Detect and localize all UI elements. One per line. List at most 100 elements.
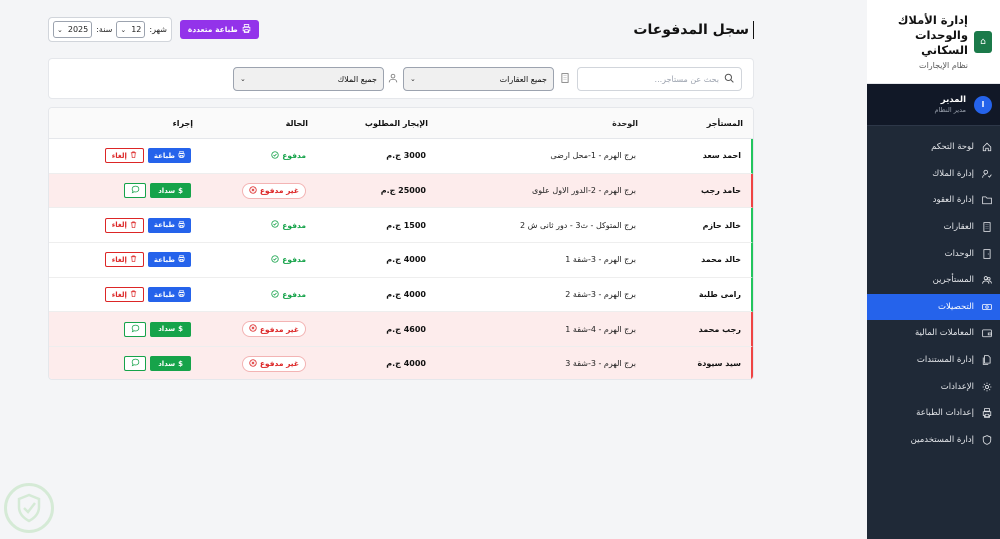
column-rent: الإيجار المطلوب bbox=[364, 118, 428, 128]
wallet-icon bbox=[981, 328, 992, 339]
whatsapp-button[interactable] bbox=[124, 356, 147, 372]
x-circle-icon bbox=[249, 324, 257, 334]
printer-icon bbox=[178, 151, 185, 160]
table-row: حامد رجب برج الهرم - 2-الدور الاول علوى 25… bbox=[49, 173, 753, 209]
cancel-button[interactable]: إلغاء bbox=[104, 217, 144, 233]
table-row: سيد سيودة برج الهرم - 3-شقة 3 4000 ج.م غير … bbox=[49, 347, 753, 379]
trash-icon bbox=[130, 290, 137, 299]
sidebar-item[interactable]: الإعدادات bbox=[867, 373, 1000, 400]
sidebar-item[interactable]: إدارة المستندات bbox=[867, 347, 1000, 374]
sidebar-item[interactable]: إدارة العقود bbox=[867, 187, 1000, 214]
month-label: شهر: bbox=[149, 25, 167, 34]
sidebar-item[interactable]: إعدادات الطباعة bbox=[867, 400, 1000, 427]
column-tenant: المستأجر bbox=[706, 118, 743, 128]
brand-text: إدارة الأملاك والوحدات السكاني نظام الإي… bbox=[875, 13, 968, 70]
search-box bbox=[577, 67, 742, 91]
print-label: طباعة bbox=[153, 290, 175, 299]
cancel-label: إلغاء bbox=[111, 151, 127, 160]
status-text: غير مدفوع bbox=[259, 359, 299, 369]
owner-filter-value: جميع الملاك bbox=[337, 74, 377, 84]
sidebar-item[interactable]: المستأجرين bbox=[867, 267, 1000, 294]
sidebar-item-label: إدارة المستخدمين bbox=[910, 434, 974, 445]
cell-action: $ سداد bbox=[49, 321, 201, 337]
month-select[interactable]: 12 ⌄ bbox=[116, 21, 146, 38]
table-row: خالد حازم برج المتوكل - ث3 - دور ثانى ش 2… bbox=[49, 208, 753, 244]
cancel-label: إلغاء bbox=[111, 255, 127, 264]
status-text: مدفوع bbox=[282, 290, 306, 300]
status-badge-paid: مدفوع bbox=[271, 255, 306, 265]
column-unit: الوحدة bbox=[612, 118, 638, 128]
cell-action: طباعة إلغاء bbox=[49, 148, 201, 164]
cell-unit: برج الهرم - 4-شقة 1 bbox=[565, 324, 636, 334]
pay-button[interactable]: $ سداد bbox=[150, 356, 191, 372]
chevron-down-icon: ⌄ bbox=[410, 75, 416, 83]
search-icon bbox=[724, 73, 734, 86]
check-circle-icon bbox=[271, 151, 279, 161]
table-row: احمد سعد برج الهرم - 1-محل ارضى 3000 ج.م مد… bbox=[49, 139, 753, 174]
sidebar-item-label: المعاملات المالية bbox=[914, 328, 974, 339]
check-circle-icon bbox=[271, 220, 279, 230]
column-action: إجراء bbox=[172, 118, 193, 128]
trash-icon bbox=[130, 151, 137, 160]
sidebar-item[interactable]: الوحدات bbox=[867, 240, 1000, 267]
cell-status: غير مدفوع bbox=[201, 182, 316, 199]
cancel-label: إلغاء bbox=[111, 221, 127, 230]
status-badge-unpaid: غير مدفوع bbox=[241, 321, 306, 338]
user-profile[interactable]: ا المدير مدير النظام bbox=[867, 84, 1000, 126]
sidebar-item[interactable]: إدارة المستخدمين bbox=[867, 427, 1000, 454]
app-logo-icon: ⌂ bbox=[974, 30, 992, 53]
status-text: غير مدفوع bbox=[259, 324, 299, 334]
sidebar-item[interactable]: المعاملات المالية bbox=[867, 320, 1000, 347]
cancel-button[interactable]: إلغاء bbox=[104, 252, 144, 268]
cell-status: مدفوع bbox=[201, 289, 316, 300]
sidebar-item-label: إدارة المستندات bbox=[916, 355, 974, 366]
brand-header: ⌂ إدارة الأملاك والوحدات السكاني نظام ال… bbox=[867, 0, 1000, 84]
cell-tenant: احمد سعد bbox=[702, 151, 741, 161]
check-circle-icon bbox=[271, 255, 279, 265]
cell-rent: 4000 ج.م bbox=[386, 255, 426, 265]
chat-icon bbox=[131, 358, 140, 369]
print-button[interactable]: طباعة bbox=[147, 287, 191, 303]
pay-button[interactable]: $ سداد bbox=[150, 183, 191, 199]
pay-button[interactable]: $ سداد bbox=[150, 321, 191, 337]
property-filter-select[interactable]: جميع العقارات ⌄ bbox=[403, 67, 554, 91]
whatsapp-button[interactable] bbox=[124, 183, 147, 199]
print-button[interactable]: طباعة bbox=[147, 252, 191, 268]
status-text: مدفوع bbox=[282, 255, 306, 265]
status-badge-unpaid: غير مدفوع bbox=[241, 182, 306, 199]
cancel-button[interactable]: إلغاء bbox=[104, 148, 144, 164]
owner-filter-select[interactable]: جميع الملاك ⌄ bbox=[233, 67, 384, 91]
whatsapp-button[interactable] bbox=[124, 321, 147, 337]
app-title: إدارة الأملاك والوحدات السكاني bbox=[897, 13, 968, 57]
table-header: المستأجر الوحدة الإيجار المطلوب الحالة إ… bbox=[49, 108, 753, 139]
cancel-button[interactable]: إلغاء bbox=[104, 287, 144, 303]
cash-icon bbox=[981, 301, 992, 312]
cell-rent: 25000 ج.م bbox=[380, 186, 426, 196]
user-icon bbox=[387, 73, 398, 84]
sidebar-item[interactable]: التحصيلات bbox=[867, 293, 1000, 321]
users-icon bbox=[981, 275, 992, 286]
sidebar-item[interactable]: العقارات bbox=[867, 214, 1000, 241]
sidebar-item[interactable]: إدارة الملاك bbox=[867, 161, 1000, 188]
cell-unit: برج الهرم - 1-محل ارضى bbox=[550, 151, 636, 161]
cell-tenant: رامى طلبة bbox=[698, 290, 741, 300]
cell-action: $ سداد bbox=[49, 356, 201, 372]
cell-status: مدفوع bbox=[201, 151, 316, 161]
printer-icon bbox=[178, 290, 185, 299]
trash-icon bbox=[130, 255, 137, 264]
user-info: المدير مدير النظام bbox=[935, 95, 966, 114]
sidebar: ⌂ إدارة الأملاك والوحدات السكاني نظام ال… bbox=[867, 0, 1000, 539]
print-button[interactable]: طباعة bbox=[147, 148, 191, 164]
main-content: سجل المدفوعات شهر: 12 ⌄ سنة: 2025 ⌄ طباع… bbox=[0, 0, 867, 539]
print-button[interactable]: طباعة bbox=[147, 217, 191, 233]
dollar-icon: $ bbox=[178, 186, 183, 195]
sidebar-item[interactable]: لوحة التحكم bbox=[867, 134, 1000, 161]
year-select[interactable]: 2025 ⌄ bbox=[53, 21, 93, 38]
column-status: الحالة bbox=[285, 118, 308, 128]
status-badge-paid: مدفوع bbox=[271, 289, 306, 300]
multi-print-button[interactable]: طباعة متعددة bbox=[179, 20, 259, 39]
sidebar-item-label: العقارات bbox=[943, 222, 974, 233]
top-controls: شهر: 12 ⌄ سنة: 2025 ⌄ طباعة متعددة bbox=[48, 17, 259, 42]
search-input[interactable] bbox=[585, 74, 719, 84]
print-label: طباعة bbox=[153, 221, 175, 230]
